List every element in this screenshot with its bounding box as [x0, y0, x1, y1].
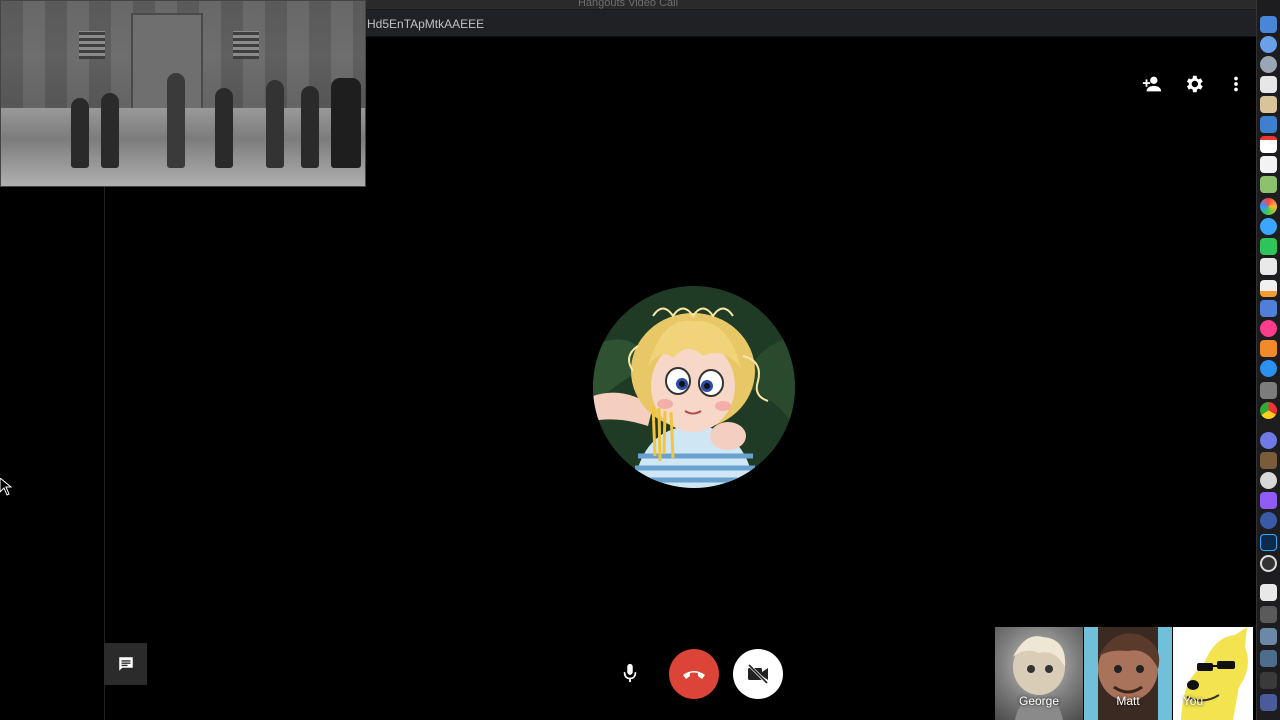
maps-icon[interactable] — [1260, 176, 1277, 193]
app-icon[interactable] — [1260, 492, 1277, 509]
folder-icon[interactable] — [1260, 628, 1277, 645]
video-off-icon — [747, 663, 769, 685]
photos-icon[interactable] — [1260, 198, 1277, 215]
app-icon[interactable] — [1260, 512, 1277, 529]
mac-dock — [1256, 0, 1280, 720]
video-call-window: Hangouts Video Call Hd5EnTApMtkAAEEE Geo… — [0, 0, 1280, 720]
window-titlebar[interactable]: Hangouts Video Call — [366, 0, 1256, 10]
app-icon[interactable] — [1260, 452, 1277, 469]
launchpad-icon[interactable] — [1260, 56, 1277, 73]
messages-icon[interactable] — [1260, 218, 1277, 235]
person-add-icon — [1142, 76, 1162, 92]
notes-icon[interactable] — [1260, 76, 1277, 93]
speaker-avatar — [593, 286, 795, 488]
finder-icon[interactable] — [1260, 16, 1277, 33]
add-person-button[interactable] — [1138, 70, 1166, 98]
discord-icon[interactable] — [1260, 432, 1277, 449]
participant-name: George — [1018, 694, 1060, 708]
video-window-right — [233, 31, 259, 59]
microphone-icon — [623, 663, 637, 683]
chat-icon — [118, 657, 133, 671]
participant-tile[interactable]: Matt — [1084, 627, 1172, 720]
presenter-video[interactable] — [0, 0, 366, 187]
mute-mic-button[interactable] — [616, 659, 644, 687]
mouse-cursor-icon — [0, 477, 13, 501]
app-icon[interactable] — [1260, 472, 1277, 489]
trash-icon[interactable] — [1260, 694, 1277, 711]
itunes-icon[interactable] — [1260, 320, 1277, 337]
textedit-icon[interactable] — [1260, 258, 1277, 275]
url-text: Hd5EnTApMtkAAEEE — [367, 17, 485, 31]
app-store-icon[interactable] — [1260, 360, 1277, 377]
video-figure — [101, 93, 119, 168]
mail-icon[interactable] — [1260, 116, 1277, 133]
cartoon-girl-avatar-image — [593, 286, 795, 488]
keynote-icon[interactable] — [1260, 300, 1277, 317]
system-preferences-icon[interactable] — [1260, 382, 1277, 399]
panel-divider — [104, 187, 105, 720]
gear-icon — [1186, 75, 1203, 93]
more-vert-icon — [1234, 76, 1238, 92]
folder-icon[interactable] — [1260, 650, 1277, 667]
video-figure — [266, 80, 284, 168]
chat-button[interactable] — [104, 643, 147, 685]
video-figure — [331, 78, 361, 168]
ibooks-icon[interactable] — [1260, 340, 1277, 357]
video-figure — [301, 86, 319, 168]
facetime-icon[interactable] — [1260, 238, 1277, 255]
reminders-icon[interactable] — [1260, 156, 1277, 173]
hang-up-button[interactable] — [669, 649, 719, 699]
participant-tile[interactable]: You — [1173, 627, 1253, 720]
downloads-icon[interactable] — [1260, 606, 1277, 623]
window-title: Hangouts Video Call — [577, 0, 679, 9]
more-options-button[interactable] — [1222, 70, 1250, 98]
document-icon[interactable] — [1260, 584, 1277, 601]
participant-name: Matt — [1116, 694, 1140, 708]
video-figure — [215, 88, 233, 168]
participant-strip: George Matt You — [995, 627, 1254, 720]
url-bar[interactable]: Hd5EnTApMtkAAEEE — [366, 10, 1256, 37]
calendar-icon[interactable] — [1260, 136, 1277, 153]
participant-name: You — [1182, 694, 1204, 708]
top-controls — [1138, 70, 1250, 98]
contacts-icon[interactable] — [1260, 96, 1277, 113]
photoshop-icon[interactable] — [1260, 534, 1277, 551]
video-window-left — [79, 31, 105, 59]
hang-up-icon — [683, 671, 705, 679]
settings-button[interactable] — [1180, 70, 1208, 98]
numbers-icon[interactable] — [1260, 280, 1277, 297]
video-figure — [71, 98, 89, 168]
siri-icon[interactable] — [1260, 36, 1277, 53]
chrome-icon[interactable] — [1260, 402, 1277, 419]
folder-icon[interactable] — [1260, 672, 1277, 689]
participant-tile[interactable]: George — [995, 627, 1083, 720]
toggle-video-button[interactable] — [733, 649, 783, 699]
obs-icon[interactable] — [1260, 555, 1277, 572]
video-figure — [167, 73, 185, 168]
